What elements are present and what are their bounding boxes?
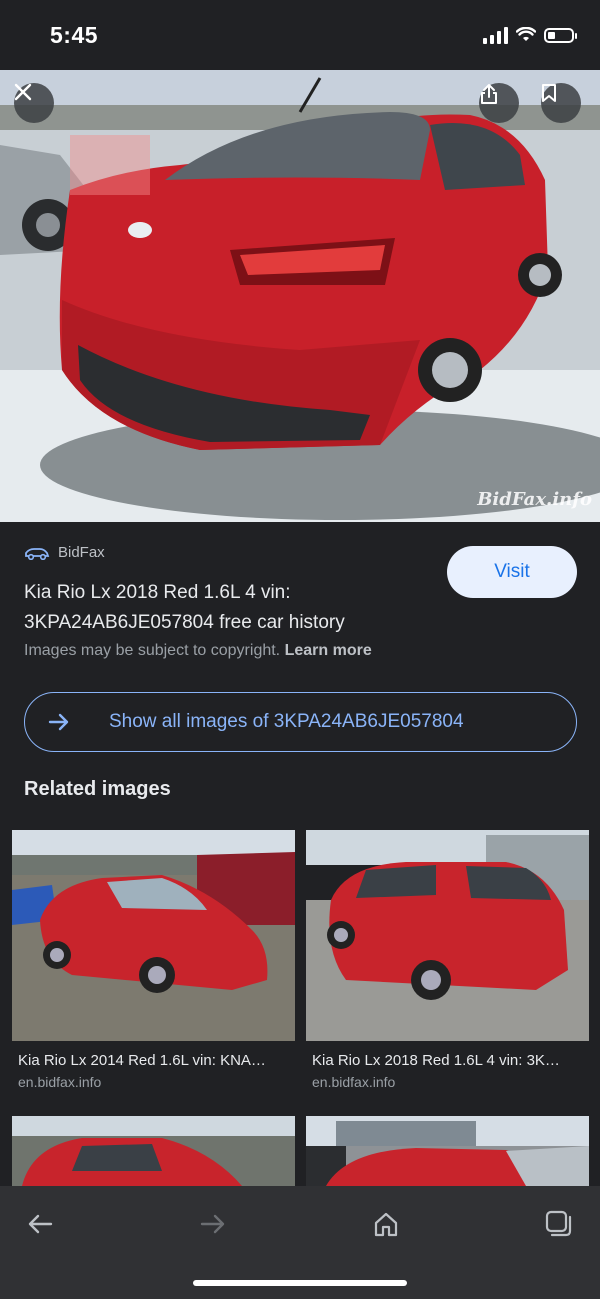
tabs-button[interactable] xyxy=(539,1204,579,1244)
source-name: BidFax xyxy=(58,544,105,561)
tabs-icon xyxy=(545,1210,572,1237)
forward-arrow-icon xyxy=(200,1214,225,1234)
share-icon xyxy=(481,84,497,104)
close-icon xyxy=(14,83,32,101)
back-button[interactable] xyxy=(20,1204,60,1244)
battery-icon xyxy=(544,27,577,43)
visit-button[interactable]: Visit xyxy=(447,546,577,598)
close-button[interactable] xyxy=(14,83,54,123)
watermark-text: BidFax.info xyxy=(477,489,592,510)
copyright-notice: Images may be subject to copyright. Lear… xyxy=(24,642,372,660)
related-thumbnail xyxy=(12,830,295,1041)
related-image-card[interactable]: Kia Rio Lx 2014 Red 1.6L vin: KNA… en.bi… xyxy=(12,830,295,1090)
home-indicator xyxy=(193,1280,407,1286)
forward-button[interactable] xyxy=(193,1204,233,1244)
back-arrow-icon xyxy=(28,1214,53,1234)
wifi-icon xyxy=(516,27,536,41)
bookmark-button[interactable] xyxy=(541,83,581,123)
related-caption: Kia Rio Lx 2014 Red 1.6L vin: KNA… xyxy=(18,1052,266,1069)
share-button[interactable] xyxy=(479,83,519,123)
home-button[interactable] xyxy=(366,1204,406,1244)
status-time: 5:45 xyxy=(50,22,99,48)
related-domain: en.bidfax.info xyxy=(312,1074,396,1090)
related-domain: en.bidfax.info xyxy=(18,1074,102,1090)
cellular-signal-icon xyxy=(483,26,508,44)
status-bar: 5:45 xyxy=(0,0,600,70)
main-image[interactable]: BidFax.info xyxy=(0,70,600,522)
related-caption: Kia Rio Lx 2018 Red 1.6L 4 vin: 3K… xyxy=(312,1052,560,1069)
arrow-right-icon xyxy=(29,713,89,731)
related-image-card[interactable] xyxy=(306,1116,589,1186)
car-icon xyxy=(25,547,50,560)
status-icons xyxy=(483,26,577,44)
source-row[interactable]: BidFax xyxy=(24,544,105,561)
copyright-text: Images may be subject to copyright. xyxy=(24,642,281,659)
related-image-card[interactable] xyxy=(12,1116,295,1186)
show-all-images-button[interactable]: Show all images of 3KPA24AB6JE057804 xyxy=(24,692,577,752)
car-photo xyxy=(0,70,600,522)
related-images-heading: Related images xyxy=(24,778,171,800)
related-thumbnail xyxy=(306,1116,589,1186)
bookmark-icon xyxy=(542,84,556,102)
home-icon xyxy=(374,1212,398,1237)
learn-more-link[interactable]: Learn more xyxy=(285,642,372,659)
result-title[interactable]: Kia Rio Lx 2018 Red 1.6L 4 vin: 3KPA24AB… xyxy=(24,578,434,638)
related-thumbnail xyxy=(12,1116,295,1186)
related-thumbnail xyxy=(306,830,589,1041)
related-image-card[interactable]: Kia Rio Lx 2018 Red 1.6L 4 vin: 3K… en.b… xyxy=(306,830,589,1090)
show-all-label: Show all images of 3KPA24AB6JE057804 xyxy=(109,711,464,732)
